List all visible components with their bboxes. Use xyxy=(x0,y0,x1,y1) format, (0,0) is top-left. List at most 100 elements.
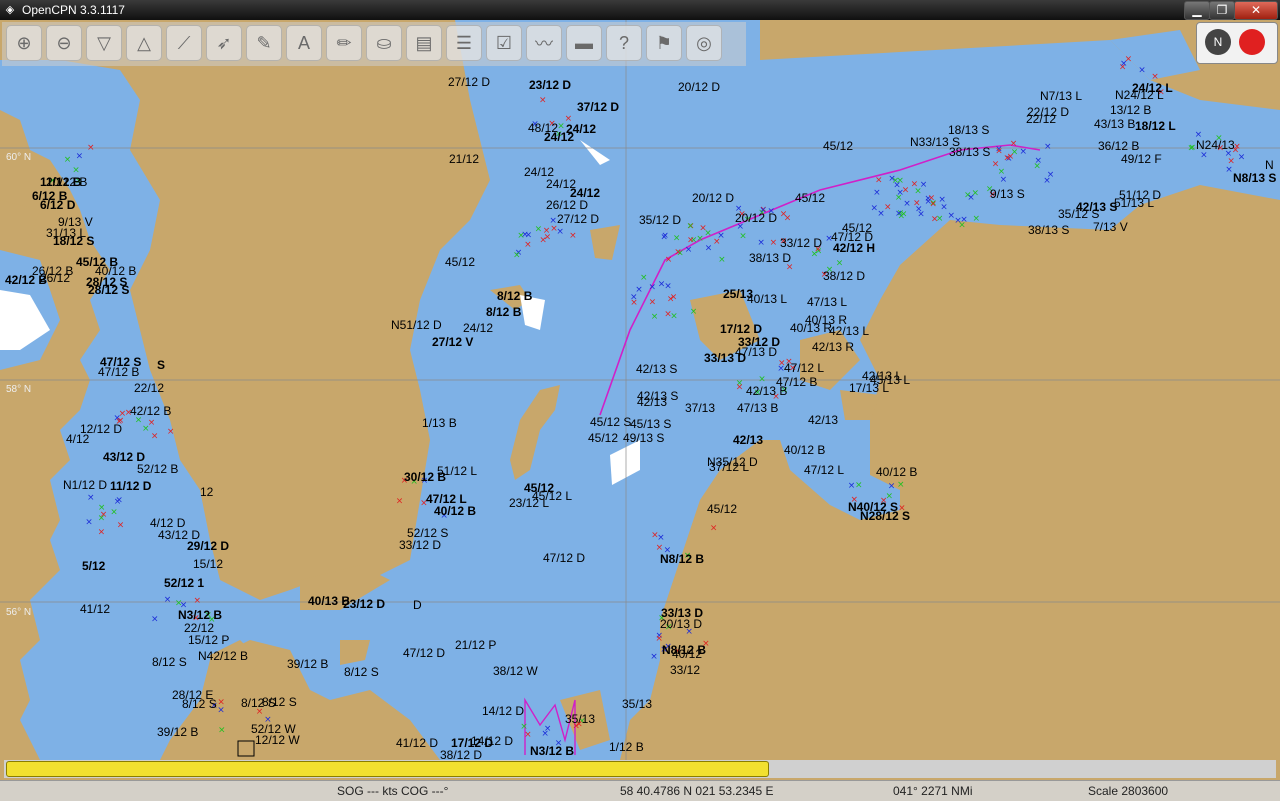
compass-widget[interactable]: N xyxy=(1196,22,1278,64)
ais-target-marker[interactable]: × xyxy=(175,598,183,608)
ais-button[interactable]: ▬ xyxy=(566,25,602,61)
ais-target-marker[interactable]: × xyxy=(920,180,928,190)
chart-canvas[interactable]: × × × × × × × × × × × × × × × × × × × × × × × × × × × × × × × × × × × × × × × ×… xyxy=(0,20,1280,762)
ais-target-marker[interactable]: × xyxy=(710,524,718,534)
ais-target-marker[interactable]: × xyxy=(739,231,747,241)
print-chart-button[interactable]: ▤ xyxy=(406,25,442,61)
ais-target-marker[interactable]: × xyxy=(995,146,1003,156)
ais-target-marker[interactable]: × xyxy=(630,298,638,308)
ais-target-marker[interactable]: × xyxy=(717,231,725,241)
ais-target-marker[interactable]: × xyxy=(670,293,678,303)
ais-target-marker[interactable]: × xyxy=(513,251,521,261)
ais-target-marker[interactable]: × xyxy=(217,698,225,708)
text-button[interactable]: A xyxy=(286,25,322,61)
ais-target-marker[interactable]: × xyxy=(164,595,172,605)
ais-target-marker[interactable]: × xyxy=(696,234,704,244)
ais-target-marker[interactable]: × xyxy=(992,160,1000,170)
ais-target-marker[interactable]: × xyxy=(664,282,672,292)
ais-target-marker[interactable]: × xyxy=(72,165,80,175)
ais-target-marker[interactable]: × xyxy=(770,238,778,248)
ais-target-marker[interactable]: × xyxy=(100,510,108,520)
ais-target-marker[interactable]: × xyxy=(117,521,125,531)
ais-target-marker[interactable]: × xyxy=(569,231,577,241)
ais-target-marker[interactable]: × xyxy=(704,229,712,239)
ais-target-marker[interactable]: × xyxy=(218,726,226,736)
current-button[interactable]: ✏ xyxy=(326,25,362,61)
ais-target-marker[interactable]: × xyxy=(1225,165,1233,175)
ais-target-marker[interactable]: × xyxy=(524,730,532,740)
ais-target-marker[interactable]: × xyxy=(915,204,923,214)
ais-target-marker[interactable]: × xyxy=(685,245,693,255)
ais-target-marker[interactable]: × xyxy=(64,155,72,165)
ais-target-marker[interactable]: × xyxy=(142,424,150,434)
ais-target-marker[interactable]: × xyxy=(903,199,911,209)
ais-target-marker[interactable]: × xyxy=(1120,59,1128,69)
ais-target-marker[interactable]: × xyxy=(543,226,551,236)
ais-target-marker[interactable]: × xyxy=(895,209,903,219)
scale-down-button[interactable]: △ xyxy=(126,25,162,61)
north-up-icon[interactable]: N xyxy=(1205,29,1231,55)
tide-button[interactable]: ⛀ xyxy=(366,25,402,61)
zoom-out-button[interactable]: ⊖ xyxy=(46,25,82,61)
ais-target-marker[interactable]: × xyxy=(640,273,648,283)
options-button[interactable]: ✎ xyxy=(246,25,282,61)
ais-target-marker[interactable]: × xyxy=(673,234,681,244)
ais-target-marker[interactable]: × xyxy=(973,214,981,224)
ais-target-marker[interactable]: × xyxy=(524,240,532,250)
ais-target-marker[interactable]: × xyxy=(757,238,765,248)
ais-target-marker[interactable]: × xyxy=(1138,66,1146,76)
ais-target-marker[interactable]: × xyxy=(85,518,93,528)
ais-target-marker[interactable]: × xyxy=(664,310,672,320)
ais-target-marker[interactable]: × xyxy=(690,307,698,317)
ais-target-marker[interactable]: × xyxy=(958,221,966,231)
ais-target-marker[interactable]: × xyxy=(1033,162,1041,172)
ais-target-marker[interactable]: × xyxy=(1189,143,1197,153)
mob-button[interactable]: ⚑ xyxy=(646,25,682,61)
auto-follow-button[interactable]: ➶ xyxy=(206,25,242,61)
ais-target-marker[interactable]: × xyxy=(893,180,901,190)
ais-target-marker[interactable]: × xyxy=(649,298,657,308)
ais-target-marker[interactable]: × xyxy=(110,507,118,517)
ais-target-marker[interactable]: × xyxy=(76,151,84,161)
ais-target-marker[interactable]: × xyxy=(873,188,881,198)
scale-up-button[interactable]: ▽ xyxy=(86,25,122,61)
ais-target-marker[interactable]: × xyxy=(911,180,919,190)
ais-target-marker[interactable]: × xyxy=(736,382,744,392)
ais-target-marker[interactable]: × xyxy=(151,431,159,441)
ais-target-marker[interactable]: × xyxy=(194,596,202,606)
ais-target-marker[interactable]: × xyxy=(687,222,695,232)
settings-button[interactable]: ◎ xyxy=(686,25,722,61)
ais-target-marker[interactable]: × xyxy=(780,210,788,220)
ais-target-marker[interactable]: × xyxy=(718,255,726,265)
route-button[interactable]: ⟋ xyxy=(166,25,202,61)
ais-target-marker[interactable]: × xyxy=(151,614,159,624)
color-scheme-button[interactable]: 〰 xyxy=(526,25,562,61)
close-button[interactable]: ✕ xyxy=(1234,1,1278,20)
ais-target-marker[interactable]: × xyxy=(884,203,892,213)
ais-target-marker[interactable]: × xyxy=(758,374,766,384)
ais-target-marker[interactable]: × xyxy=(535,224,543,234)
ais-target-marker[interactable]: × xyxy=(902,186,910,196)
ais-target-marker[interactable]: × xyxy=(897,480,905,490)
ais-target-marker[interactable]: × xyxy=(541,729,549,739)
ais-target-marker[interactable]: × xyxy=(521,230,529,240)
ais-target-marker[interactable]: × xyxy=(87,143,95,153)
ais-target-marker[interactable]: × xyxy=(676,249,684,259)
track-button[interactable]: ☑ xyxy=(486,25,522,61)
route-manager-button[interactable]: ☰ xyxy=(446,25,482,61)
ais-target-marker[interactable]: × xyxy=(967,193,975,203)
ais-target-marker[interactable]: × xyxy=(651,312,659,322)
ais-target-marker[interactable]: × xyxy=(650,652,658,662)
ais-target-marker[interactable]: × xyxy=(396,497,404,507)
ais-target-marker[interactable]: × xyxy=(931,215,939,225)
ais-target-marker[interactable]: × xyxy=(660,232,668,242)
ais-target-marker[interactable]: × xyxy=(705,244,713,254)
ais-target-marker[interactable]: × xyxy=(855,481,863,491)
ais-target-marker[interactable]: × xyxy=(875,176,883,186)
ais-target-marker[interactable]: × xyxy=(940,203,948,213)
ais-target-marker[interactable]: × xyxy=(539,96,547,106)
ais-target-marker[interactable]: × xyxy=(888,482,896,492)
ais-target-marker[interactable]: × xyxy=(1020,147,1028,157)
ais-target-marker[interactable]: × xyxy=(556,227,564,237)
zoom-in-button[interactable]: ⊕ xyxy=(6,25,42,61)
